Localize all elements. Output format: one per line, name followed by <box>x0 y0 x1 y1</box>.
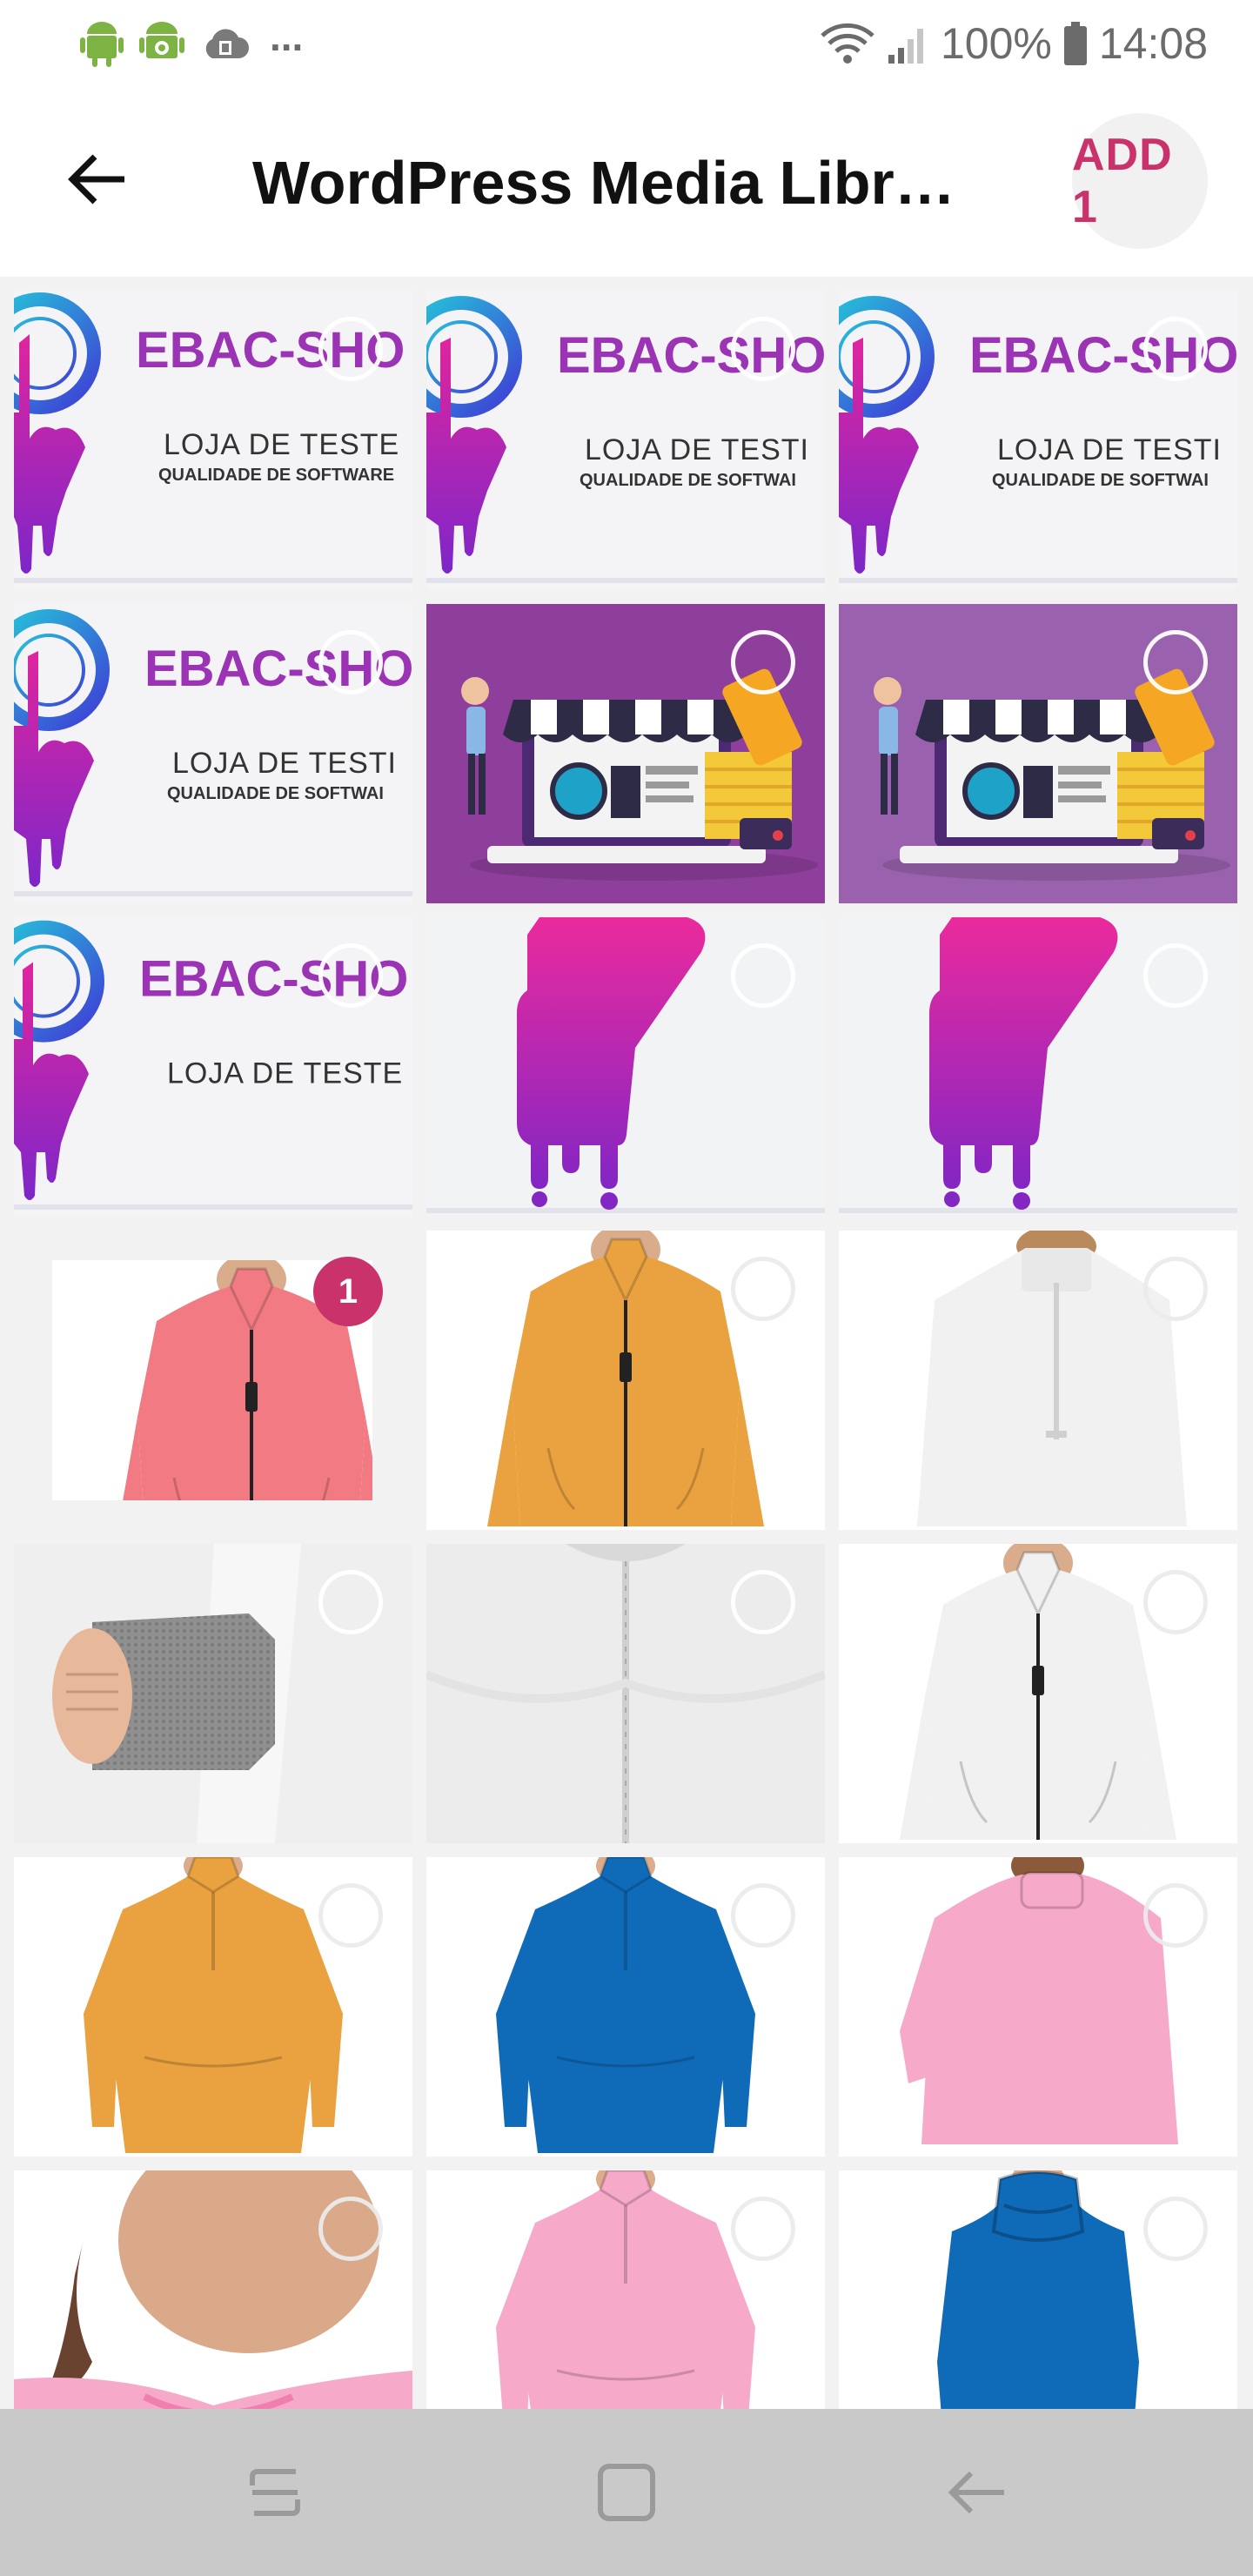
logo-line2-text: QUALIDADE DE SOFTWAI <box>167 784 384 803</box>
media-item[interactable] <box>839 1544 1237 1843</box>
android-icon <box>80 22 124 67</box>
media-item[interactable] <box>426 917 825 1217</box>
android-debug-icon <box>139 22 184 58</box>
selection-circle[interactable] <box>731 1257 795 1321</box>
logo-line2-text: QUALIDADE DE SOFTWAI <box>580 471 796 490</box>
selection-circle[interactable] <box>318 2197 383 2261</box>
arrow-back-icon <box>68 154 124 205</box>
media-item[interactable] <box>426 1857 825 2157</box>
logo-line1-text: LOJA DE TESTE <box>164 428 399 461</box>
wifi-icon <box>821 23 874 64</box>
recents-icon[interactable] <box>240 2458 310 2527</box>
cloud-sync-icon <box>205 29 249 58</box>
media-item[interactable]: EBAC-SHO LOJA DE TESTE QUALIDADE DE SOFT… <box>14 291 412 590</box>
media-item[interactable] <box>426 604 825 903</box>
selection-circle[interactable] <box>1143 1257 1208 1321</box>
battery-percent: 100% <box>940 19 1052 68</box>
page-title: WordPress Media Libr… <box>252 149 955 217</box>
selection-circle[interactable] <box>318 1883 383 1948</box>
selection-circle[interactable] <box>318 630 383 694</box>
logo-line1-text: LOJA DE TESTI <box>997 433 1222 466</box>
media-item[interactable]: EBAC-SHO LOJA DE TESTI QUALIDADE DE SOFT… <box>839 291 1237 590</box>
selection-circle[interactable] <box>1143 630 1208 694</box>
selection-circle[interactable] <box>318 317 383 381</box>
battery-icon <box>1063 22 1087 65</box>
media-item[interactable] <box>14 1544 412 1843</box>
navigation-bar <box>0 2409 1253 2576</box>
signal-icon <box>888 29 923 64</box>
status-bar: ... 100% 14:08 <box>0 0 1253 87</box>
selection-circle[interactable] <box>731 1570 795 1634</box>
media-item[interactable]: EBAC-SHO LOJA DE TESTE <box>14 917 412 1217</box>
home-icon[interactable] <box>592 2458 661 2527</box>
back-button[interactable] <box>54 136 141 223</box>
media-item[interactable]: 1 <box>14 1231 412 1530</box>
media-item[interactable] <box>839 1857 1237 2157</box>
add-button[interactable]: ADD 1 <box>1072 113 1208 249</box>
selection-circle[interactable] <box>318 943 383 1008</box>
logo-line2-text: QUALIDADE DE SOFTWAI <box>992 471 1209 490</box>
selection-circle[interactable] <box>1143 317 1208 381</box>
app-bar: WordPress Media Libr… ADD 1 <box>0 87 1253 277</box>
selection-circle[interactable] <box>731 1883 795 1948</box>
system-status: 100% 14:08 <box>821 17 1208 70</box>
logo-line1-text: LOJA DE TESTI <box>585 433 809 466</box>
media-item[interactable]: EBAC-SHO LOJA DE TESTI QUALIDADE DE SOFT… <box>14 604 412 903</box>
notification-icons: ... <box>80 14 303 70</box>
logo-line2-text: QUALIDADE DE SOFTWARE <box>158 466 394 485</box>
media-grid: EBAC-SHO LOJA DE TESTE QUALIDADE DE SOFT… <box>14 291 1239 2470</box>
selection-circle[interactable] <box>731 2197 795 2261</box>
media-item[interactable] <box>426 1231 825 1530</box>
media-item[interactable] <box>839 604 1237 903</box>
clock: 14:08 <box>1098 19 1208 68</box>
back-nav-icon[interactable] <box>941 2458 1011 2527</box>
media-item[interactable]: EBAC-SHO LOJA DE TESTI QUALIDADE DE SOFT… <box>426 291 825 590</box>
selection-circle[interactable] <box>731 630 795 694</box>
selection-circle[interactable] <box>1143 1570 1208 1634</box>
selection-circle[interactable] <box>731 317 795 381</box>
selection-circle[interactable] <box>1143 2197 1208 2261</box>
media-item[interactable] <box>839 917 1237 1217</box>
selection-circle[interactable] <box>1143 943 1208 1008</box>
selection-circle[interactable] <box>731 943 795 1008</box>
logo-line1-text: LOJA DE TESTE <box>167 1057 403 1090</box>
media-item[interactable] <box>14 1857 412 2157</box>
selection-circle[interactable] <box>318 1570 383 1634</box>
media-item[interactable] <box>426 1544 825 1843</box>
selection-count-badge: 1 <box>313 1257 383 1326</box>
media-item[interactable] <box>839 1231 1237 1530</box>
logo-line1-text: LOJA DE TESTI <box>172 747 397 780</box>
selection-circle[interactable] <box>1143 1883 1208 1948</box>
overflow-dots: ... <box>270 14 304 59</box>
